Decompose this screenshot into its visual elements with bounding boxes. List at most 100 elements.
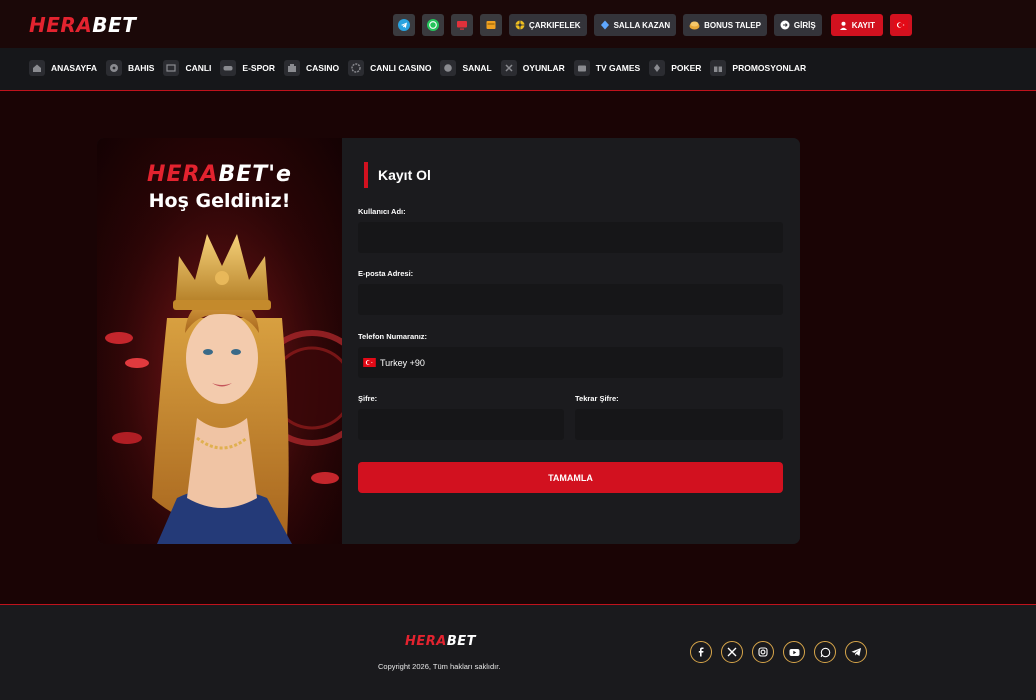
main-nav: ANASAYFA BAHIS CANLI E-SPOR CASINO CANLI… — [0, 48, 1036, 91]
facebook-link[interactable] — [690, 641, 712, 663]
slot-icon — [284, 60, 301, 76]
submit-button[interactable]: TAMAMLA — [358, 462, 783, 493]
email-input[interactable] — [358, 284, 783, 315]
whatsapp-icon — [820, 647, 830, 657]
register-button[interactable]: KAYIT — [830, 14, 883, 36]
brand-logo-part1: HERA — [29, 13, 93, 37]
carkifelek-label: ÇARKIFELEK — [529, 20, 581, 30]
register-form: Kayıt Ol Kullanıcı Adı: E-posta Adresi: … — [342, 138, 800, 544]
telegram-icon — [398, 19, 410, 31]
nav-label: ANASAYFA — [51, 63, 97, 73]
gift-icon — [710, 60, 727, 76]
brand-logo[interactable]: HERABET — [29, 13, 136, 37]
copyright-text: Copyright 2026, Tüm hakları saklıdır. — [378, 662, 501, 671]
header-actions: ÇARKIFELEK SALLA KAZAN BONUS TALEP GİRİŞ… — [393, 14, 912, 36]
nav-item-poker[interactable]: POKER — [649, 60, 701, 76]
welcome-brand: HERABET'e — [97, 162, 342, 187]
turkey-flag-icon — [893, 20, 908, 30]
phone-label: Telefon Numaranız: — [358, 332, 428, 341]
welcome-brand-part1: HERA — [147, 162, 219, 187]
nav-item-tv-games[interactable]: TV GAMES — [573, 60, 641, 76]
username-input[interactable] — [358, 222, 783, 253]
social-links — [690, 641, 867, 663]
nav-item-canli[interactable]: CANLI — [163, 60, 211, 76]
virtual-icon — [440, 60, 457, 76]
calendar-button[interactable] — [480, 14, 502, 36]
youtube-link[interactable] — [783, 641, 805, 663]
x-link[interactable] — [721, 641, 743, 663]
nav-item-oyunlar[interactable]: OYUNLAR — [500, 60, 565, 76]
bonus-talep-button[interactable]: BONUS TALEP — [683, 14, 767, 36]
password-label: Şifre: — [358, 394, 378, 403]
live-tv-button[interactable] — [451, 14, 473, 36]
gamepad-icon — [220, 60, 237, 76]
top-header: HERABET ÇARKIFELEK SALLA KAZAN BONUS TAL… — [0, 0, 1036, 48]
password-repeat-label: Tekrar Şifre: — [575, 394, 619, 403]
welcome-banner: HERABET'e Hoş Geldiniz! — [97, 138, 342, 544]
form-title: Kayıt Ol — [364, 162, 431, 188]
whatsapp-icon — [427, 19, 439, 31]
monitor-icon — [457, 21, 467, 30]
brand-logo-part2: BET — [92, 13, 137, 37]
coins-icon — [689, 21, 700, 30]
nav-item-promosyonlar[interactable]: PROMOSYONLAR — [710, 60, 806, 76]
carkifelek-button[interactable]: ÇARKIFELEK — [509, 14, 587, 36]
language-button[interactable] — [889, 14, 912, 36]
phone-input[interactable]: Turkey +90 — [358, 347, 783, 378]
games-icon — [500, 60, 517, 76]
register-label: KAYIT — [851, 20, 875, 30]
nav-label: SANAL — [462, 63, 492, 73]
whatsapp-link[interactable] — [814, 641, 836, 663]
calendar-icon — [486, 21, 496, 29]
turkey-flag-icon — [363, 358, 376, 367]
nav-label: CASINO — [306, 63, 340, 73]
salla-kazan-label: SALLA KAZAN — [613, 20, 671, 30]
instagram-icon — [758, 647, 768, 657]
nav-label: CANLI — [185, 63, 212, 73]
nav-item-sanal[interactable]: SANAL — [440, 60, 492, 76]
nav-label: E-SPOR — [242, 63, 276, 73]
nav-item-anasayfa[interactable]: ANASAYFA — [29, 60, 97, 76]
footer-logo[interactable]: HERABET — [405, 634, 476, 649]
tv-icon — [573, 60, 590, 76]
salla-kazan-button[interactable]: SALLA KAZAN — [593, 14, 677, 36]
nav-label: TV GAMES — [595, 63, 641, 73]
soccer-ball-icon — [105, 60, 122, 76]
nav-label: OYUNLAR — [522, 63, 565, 73]
nav-label: PROMOSYONLAR — [732, 63, 807, 73]
live-screen-icon — [163, 60, 180, 76]
password-repeat-input[interactable] — [575, 409, 783, 440]
cards-icon — [649, 60, 666, 76]
nav-label: POKER — [671, 63, 702, 73]
password-input[interactable] — [358, 409, 564, 440]
footer-logo-part1: HERA — [405, 634, 447, 649]
nav-label: CANLI CASINO — [370, 63, 432, 73]
instagram-link[interactable] — [752, 641, 774, 663]
nav-item-canli-casino[interactable]: CANLI CASINO — [348, 60, 431, 76]
footer-logo-part2: BET — [446, 634, 477, 649]
footer: HERABET Copyright 2026, Tüm hakları sakl… — [0, 604, 1036, 700]
telegram-icon — [851, 648, 861, 656]
login-label: GİRİŞ — [793, 20, 816, 30]
username-label: Kullanıcı Adı: — [358, 207, 406, 216]
x-icon — [727, 647, 737, 657]
chip-icon — [348, 60, 365, 76]
login-icon — [780, 20, 790, 30]
login-button[interactable]: GİRİŞ — [773, 14, 822, 36]
phone-country-code[interactable]: Turkey +90 — [380, 358, 425, 368]
welcome-brand-part2: BET'e — [218, 162, 292, 187]
nav-items: ANASAYFA BAHIS CANLI E-SPOR CASINO CANLI… — [29, 60, 815, 76]
wheel-icon — [515, 20, 525, 30]
nav-item-casino[interactable]: CASINO — [284, 60, 339, 76]
welcome-title: Hoş Geldiniz! — [148, 190, 291, 212]
telegram-link[interactable] — [845, 641, 867, 663]
user-icon — [839, 21, 847, 30]
whatsapp-button[interactable] — [422, 14, 444, 36]
nav-item-e-spor[interactable]: E-SPOR — [220, 60, 275, 76]
telegram-button[interactable] — [393, 14, 415, 36]
nav-label: BAHIS — [127, 63, 155, 73]
register-card: HERABET'e Hoş Geldiniz! Kayıt Ol Kullanı… — [97, 138, 800, 544]
bonus-talep-label: BONUS TALEP — [704, 20, 761, 30]
diamond-icon — [600, 20, 609, 30]
nav-item-bahis[interactable]: BAHIS — [105, 60, 155, 76]
